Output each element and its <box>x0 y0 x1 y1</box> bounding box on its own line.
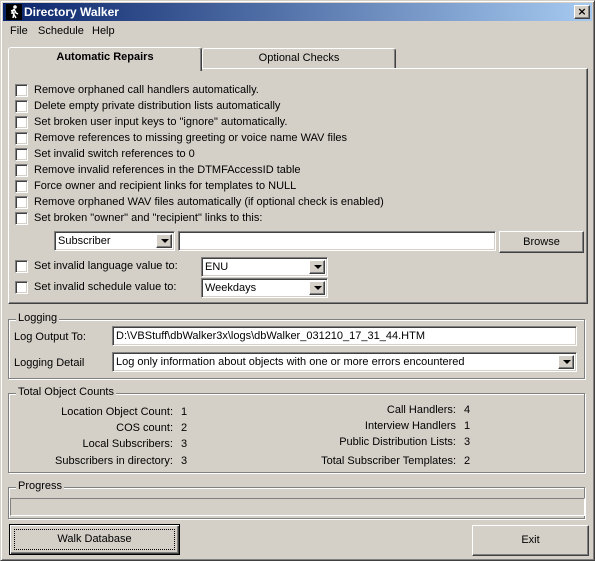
tab-optional-checks[interactable]: Optional Checks <box>202 48 396 68</box>
option-label: Set broken "owner" and "recipient" links… <box>34 212 263 224</box>
option-label: Remove orphaned WAV files automatically … <box>34 196 384 208</box>
menu-bar: File Schedule Help <box>3 22 592 41</box>
language-value: ENU <box>205 261 229 273</box>
directory-walker-window: Directory Walker × File Schedule Help Au… <box>0 0 595 561</box>
count-label: Subscribers in directory: <box>55 455 173 467</box>
close-icon: × <box>577 5 587 18</box>
browse-button-label: Browse <box>523 236 560 248</box>
option-label: Set invalid language value to: <box>34 260 178 272</box>
owner-type-value: Subscriber <box>58 235 111 247</box>
option-label: Delete empty private distribution lists … <box>34 100 281 112</box>
progress-bar <box>10 498 585 516</box>
walker-person-icon <box>6 4 22 20</box>
chevron-down-icon <box>314 286 322 290</box>
count-label: Location Object Count: <box>61 406 173 418</box>
chevron-down-icon <box>161 239 169 243</box>
exit-button[interactable]: Exit <box>472 525 589 556</box>
option-label: Force owner and recipient links for temp… <box>34 180 297 192</box>
option-label: Set invalid switch references to 0 <box>34 148 195 160</box>
count-value: 1 <box>464 420 471 432</box>
close-button[interactable]: × <box>574 5 590 19</box>
owner-type-select[interactable]: Subscriber <box>54 231 175 251</box>
tab-optional-checks-label: Optional Checks <box>258 52 340 64</box>
checkbox[interactable] <box>15 180 28 193</box>
owner-type-dropdown-button[interactable] <box>156 234 172 248</box>
logging-group-label: Logging <box>16 312 60 324</box>
checkbox[interactable] <box>15 148 28 161</box>
focus-rectangle <box>14 529 175 550</box>
chevron-down-icon <box>314 265 322 269</box>
menu-schedule[interactable]: Schedule <box>38 25 84 37</box>
chevron-down-icon <box>563 360 571 364</box>
option-label: Remove orphaned call handlers automatica… <box>34 84 259 96</box>
count-value: 1 <box>181 406 188 418</box>
checkbox[interactable] <box>15 116 28 129</box>
checkbox[interactable] <box>15 196 28 209</box>
count-value: 3 <box>464 436 471 448</box>
option-label: Remove references to missing greeting or… <box>34 132 348 144</box>
tab-automatic-repairs[interactable]: Automatic Repairs <box>8 47 202 71</box>
title-bar[interactable]: Directory Walker × <box>3 3 592 21</box>
owner-value-field[interactable] <box>178 231 496 251</box>
count-value: 4 <box>464 404 471 416</box>
checkbox[interactable] <box>15 164 28 177</box>
exit-button-label: Exit <box>521 534 540 546</box>
option-label: Remove invalid references in the DTMFAcc… <box>34 164 301 176</box>
tab-automatic-repairs-label: Automatic Repairs <box>56 51 154 63</box>
count-label: Interview Handlers <box>364 420 456 432</box>
menu-help[interactable]: Help <box>92 25 115 37</box>
count-label: COS count: <box>116 422 173 434</box>
log-output-path-field[interactable]: D:\VBStuff\dbWalker3x\logs\dbWalker_0312… <box>112 326 577 346</box>
language-select[interactable]: ENU <box>201 257 328 277</box>
logging-detail-label: Logging Detail <box>14 357 85 369</box>
menu-file[interactable]: File <box>10 25 28 37</box>
schedule-select[interactable]: Weekdays <box>201 278 328 298</box>
walk-database-button[interactable]: Walk Database <box>9 524 180 555</box>
count-label: Public Distribution Lists: <box>339 436 456 448</box>
schedule-value: Weekdays <box>205 282 257 294</box>
count-value: 3 <box>181 438 188 450</box>
checkbox[interactable] <box>15 260 28 273</box>
browse-button[interactable]: Browse <box>499 231 584 253</box>
window-title: Directory Walker <box>24 5 119 19</box>
checkbox[interactable] <box>15 100 28 113</box>
logging-detail-value: Log only information about objects with … <box>116 356 465 368</box>
progress-group-label: Progress <box>16 480 65 492</box>
logging-detail-dropdown-button[interactable] <box>558 355 574 369</box>
language-dropdown-button[interactable] <box>309 260 325 274</box>
count-value: 2 <box>181 422 188 434</box>
checkbox[interactable] <box>15 84 28 97</box>
count-value: 3 <box>181 455 188 467</box>
option-label: Set invalid schedule value to: <box>34 281 177 293</box>
checkbox[interactable] <box>15 212 28 225</box>
count-label: Call Handlers: <box>386 404 456 416</box>
logging-detail-select[interactable]: Log only information about objects with … <box>112 352 577 372</box>
schedule-dropdown-button[interactable] <box>309 281 325 295</box>
option-label: Set broken user input keys to "ignore" a… <box>34 116 288 128</box>
checkbox[interactable] <box>15 281 28 294</box>
count-label: Local Subscribers: <box>82 438 174 450</box>
count-label: Total Subscriber Templates: <box>321 455 456 467</box>
count-value: 2 <box>464 455 471 467</box>
log-output-label: Log Output To: <box>14 331 86 343</box>
checkbox[interactable] <box>15 132 28 145</box>
object-counts-group-label: Total Object Counts <box>16 386 116 398</box>
